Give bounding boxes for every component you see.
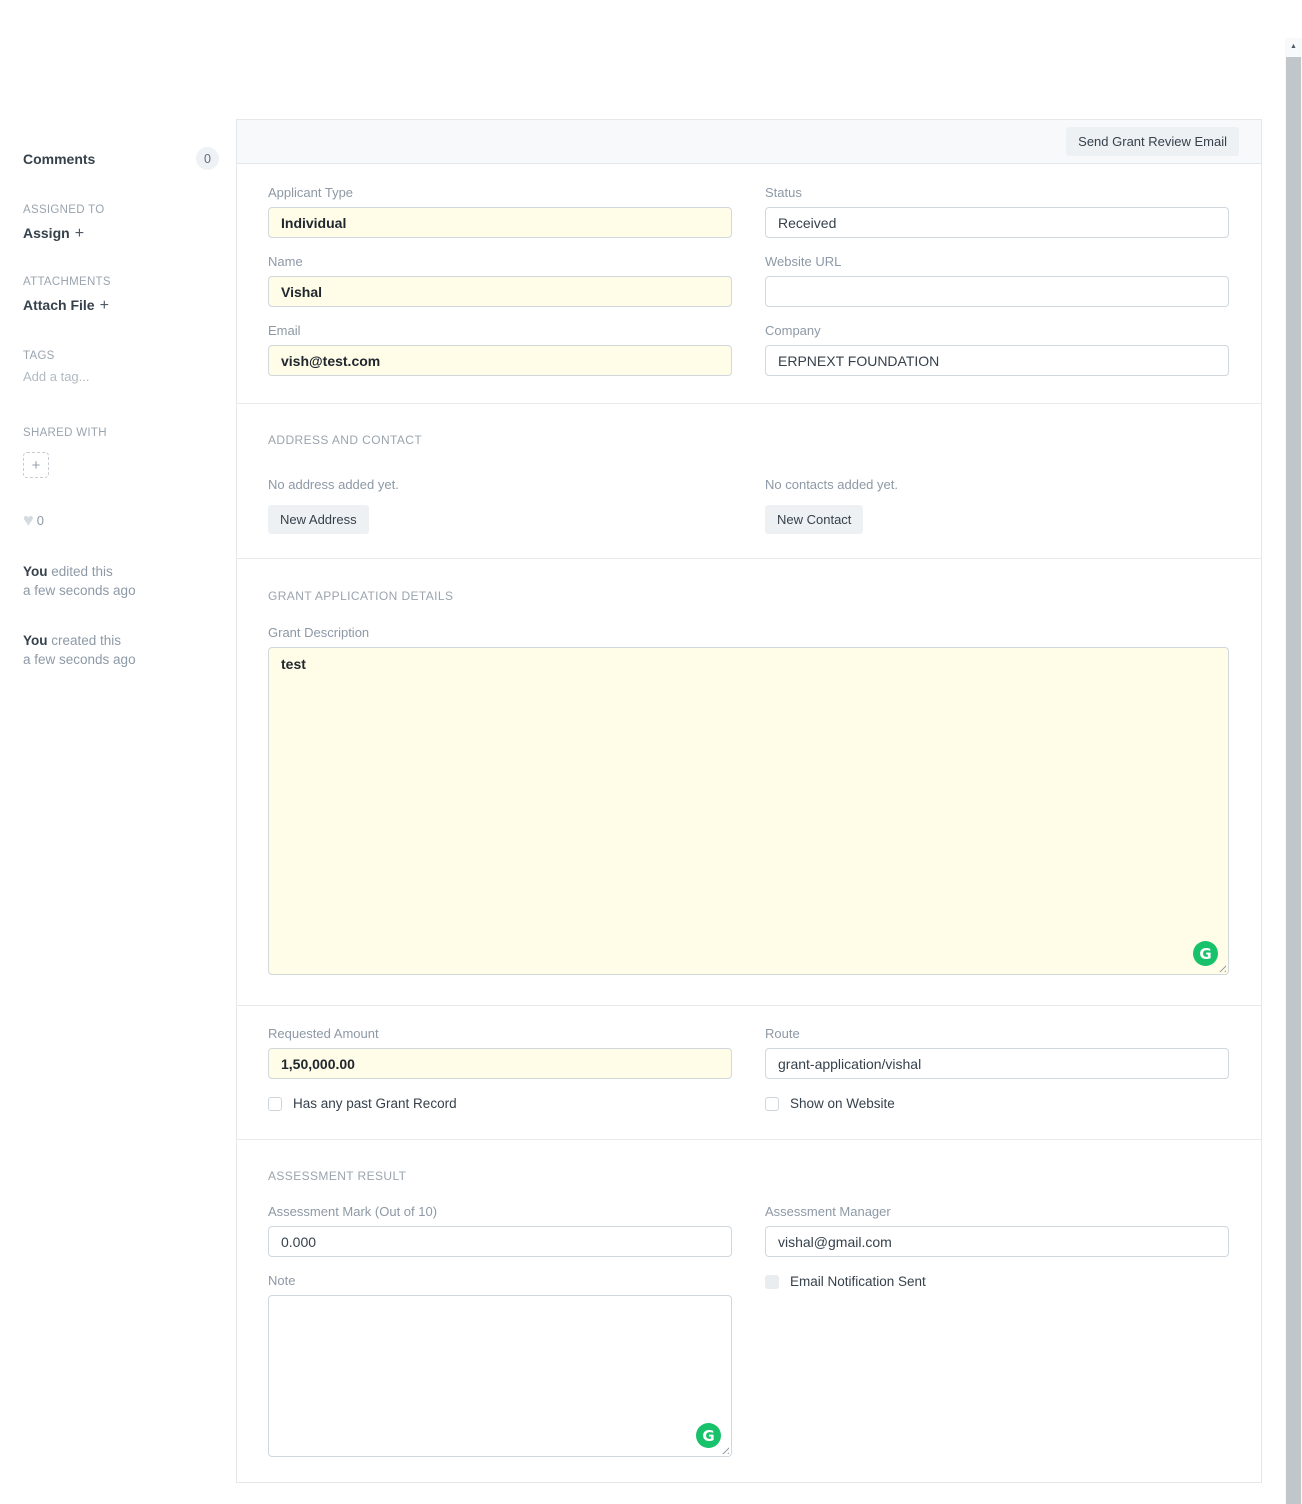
vertical-scrollbar[interactable]: ▲ — [1285, 38, 1302, 1504]
activity-actor: You — [23, 564, 48, 579]
note-label: Note — [268, 1273, 732, 1289]
company-label: Company — [765, 323, 1229, 339]
grant-description-value: test — [281, 656, 306, 672]
applicant-type-field[interactable]: Individual — [268, 207, 732, 238]
email-notification-checkbox-row: Email Notification Sent — [765, 1274, 1229, 1289]
activity-time: a few seconds ago — [23, 582, 219, 601]
note-textarea[interactable]: G — [268, 1295, 732, 1457]
share-add-button[interactable]: + — [23, 452, 49, 478]
show-on-website-checkbox-row: Show on Website — [765, 1096, 1229, 1111]
email-label: Email — [268, 323, 732, 339]
heart-icon[interactable]: ♥ — [23, 511, 34, 529]
activity-edited: You edited this a few seconds ago — [23, 563, 219, 600]
add-tag-input[interactable]: Add a tag... — [23, 369, 219, 384]
grammarly-icon[interactable]: G — [1193, 941, 1218, 966]
assessment-section: ASSESSMENT RESULT Assessment Mark (Out o… — [237, 1140, 1261, 1487]
sidebar: Comments 0 ASSIGNED TO Assign + ATTACHMEN… — [23, 147, 219, 669]
resize-handle-icon[interactable] — [719, 1444, 729, 1454]
name-label: Name — [268, 254, 732, 270]
show-on-website-checkbox[interactable] — [765, 1097, 779, 1111]
activity-action: created this — [48, 633, 122, 648]
status-label: Status — [765, 185, 1229, 201]
assessment-manager-label: Assessment Manager — [765, 1204, 1229, 1220]
likes-row: ♥ 0 — [23, 511, 219, 529]
plus-icon: + — [75, 225, 84, 242]
activity-time: a few seconds ago — [23, 651, 219, 670]
route-label: Route — [765, 1026, 1229, 1042]
resize-handle-icon[interactable] — [1216, 962, 1226, 972]
new-address-button[interactable]: New Address — [268, 505, 369, 534]
assigned-to-heading: ASSIGNED TO — [23, 204, 219, 216]
show-on-website-checkbox-label: Show on Website — [790, 1096, 895, 1111]
email-notification-checkbox-label: Email Notification Sent — [790, 1274, 926, 1289]
send-grant-review-email-button[interactable]: Send Grant Review Email — [1066, 127, 1239, 156]
email-field[interactable]: vish@test.com — [268, 345, 732, 376]
attachments-heading: ATTACHMENTS — [23, 276, 219, 288]
amount-route-section: Requested Amount 1,50,000.00 Has any pas… — [237, 1006, 1261, 1140]
assessment-mark-field[interactable]: 0.000 — [268, 1226, 732, 1257]
route-field[interactable]: grant-application/vishal — [765, 1048, 1229, 1079]
status-field[interactable]: Received — [765, 207, 1229, 238]
assign-label: Assign — [23, 225, 70, 241]
website-url-label: Website URL — [765, 254, 1229, 270]
grant-details-heading: GRANT APPLICATION DETAILS — [268, 589, 1229, 603]
address-contact-heading: ADDRESS AND CONTACT — [268, 433, 1229, 447]
address-empty-text: No address added yet. — [268, 477, 732, 492]
company-field[interactable]: ERPNEXT FOUNDATION — [765, 345, 1229, 376]
scrollbar-thumb[interactable] — [1286, 57, 1301, 1504]
past-grant-checkbox[interactable] — [268, 1097, 282, 1111]
assign-button[interactable]: Assign + — [23, 225, 219, 243]
overview-section: Applicant Type Individual Name Vishal Em… — [237, 164, 1261, 404]
grant-description-textarea[interactable]: test G — [268, 647, 1229, 975]
comments-count-badge: 0 — [196, 147, 219, 170]
past-grant-checkbox-row: Has any past Grant Record — [268, 1096, 732, 1111]
activity-action: edited this — [48, 564, 113, 579]
assessment-heading: ASSESSMENT RESULT — [268, 1169, 1229, 1183]
new-contact-button[interactable]: New Contact — [765, 505, 863, 534]
assessment-mark-label: Assessment Mark (Out of 10) — [268, 1204, 732, 1220]
email-notification-checkbox[interactable] — [765, 1275, 779, 1289]
grant-description-label: Grant Description — [268, 625, 1229, 641]
comments-label: Comments — [23, 151, 95, 167]
past-grant-checkbox-label: Has any past Grant Record — [293, 1096, 457, 1111]
contact-empty-text: No contacts added yet. — [765, 477, 1229, 492]
attach-file-label: Attach File — [23, 297, 95, 313]
like-count: 0 — [37, 513, 44, 528]
address-contact-section: ADDRESS AND CONTACT No address added yet… — [237, 404, 1261, 559]
grant-details-section: GRANT APPLICATION DETAILS Grant Descript… — [237, 559, 1261, 1006]
applicant-type-label: Applicant Type — [268, 185, 732, 201]
requested-amount-field[interactable]: 1,50,000.00 — [268, 1048, 732, 1079]
activity-actor: You — [23, 633, 48, 648]
form-panel: Send Grant Review Email Applicant Type I… — [236, 119, 1262, 1483]
name-field[interactable]: Vishal — [268, 276, 732, 307]
tags-heading: TAGS — [23, 350, 219, 362]
grammarly-icon[interactable]: G — [696, 1423, 721, 1448]
comments-row[interactable]: Comments 0 — [23, 147, 219, 170]
form-toolbar: Send Grant Review Email — [237, 120, 1261, 164]
assessment-manager-field[interactable]: vishal@gmail.com — [765, 1226, 1229, 1257]
shared-with-heading: SHARED WITH — [23, 427, 219, 439]
plus-icon: + — [100, 297, 109, 314]
requested-amount-label: Requested Amount — [268, 1026, 732, 1042]
scroll-up-arrow-icon[interactable]: ▲ — [1285, 38, 1302, 55]
activity-created: You created this a few seconds ago — [23, 632, 219, 669]
attach-file-button[interactable]: Attach File + — [23, 297, 219, 315]
website-url-field[interactable] — [765, 276, 1229, 307]
